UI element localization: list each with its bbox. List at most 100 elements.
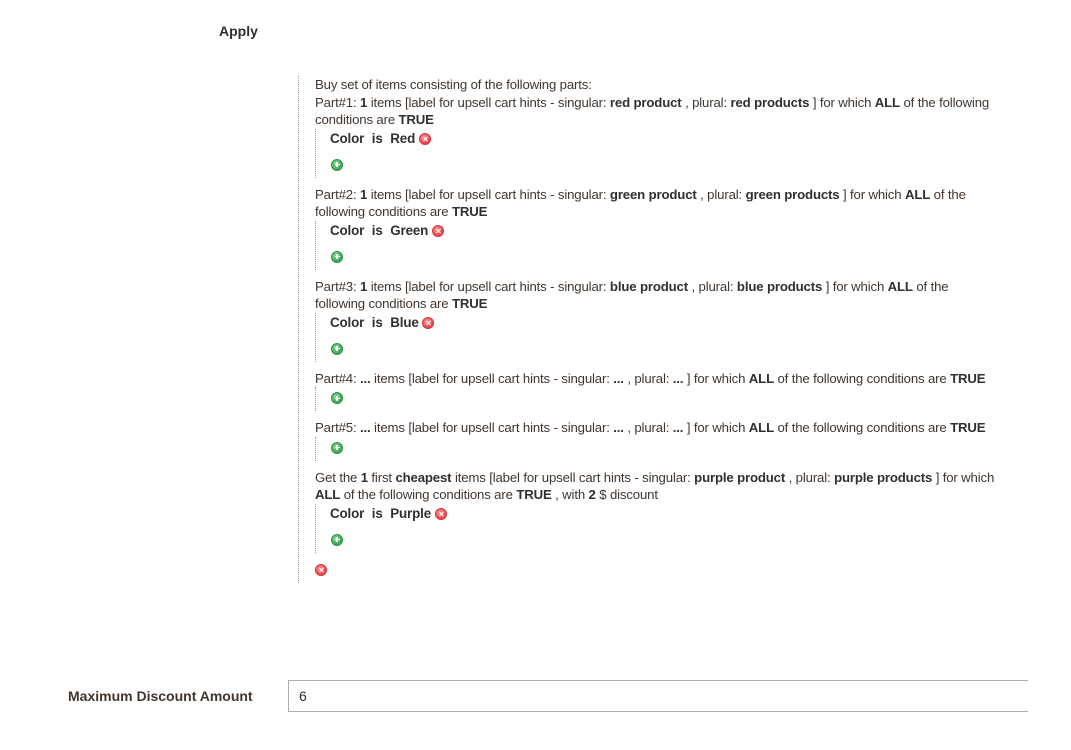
remove-icon[interactable] (418, 132, 431, 145)
condition-attribute[interactable]: Color (330, 223, 364, 238)
condition-attribute[interactable]: Color (330, 315, 364, 330)
condition-operator[interactable]: is (372, 131, 383, 146)
condition-row: Color is Red (330, 129, 995, 148)
condition-attribute[interactable]: Color (330, 131, 364, 146)
condition-row: Color is Purple (330, 504, 995, 523)
part-text: items [label for upsell cart hints - sin… (370, 278, 607, 294)
add-condition-icon[interactable] (331, 533, 343, 546)
rule-part: Part#5: ... items [label for upsell cart… (315, 419, 995, 461)
condition-list: Color is Purple (315, 503, 995, 553)
get-text: $ discount (599, 487, 658, 502)
get-sort-param[interactable]: cheapest (395, 470, 451, 485)
remove-icon[interactable] (422, 316, 435, 329)
part-prefix: Part#5: (315, 420, 357, 435)
condition-attribute[interactable]: Color (330, 506, 364, 521)
part-qty-param[interactable]: ... (360, 371, 371, 386)
part-value-param[interactable]: TRUE (950, 371, 985, 386)
part-prefix: Part#4: (315, 370, 357, 386)
part-description: Part#4: ... items [label for upsell cart… (315, 370, 995, 388)
rule-part: Part#1: 1 items [label for upsell cart h… (315, 94, 995, 178)
add-condition-icon[interactable] (331, 250, 343, 263)
part-text: ] for which (825, 278, 885, 294)
part-singular-param[interactable]: blue product (610, 279, 688, 294)
part-prefix: Part#2: (315, 186, 357, 202)
rule-conditions-tree: Buy set of items consisting of the follo… (298, 76, 995, 583)
condition-operator[interactable]: is (372, 506, 383, 521)
part-singular-param[interactable]: green product (610, 187, 697, 202)
part-singular-param[interactable]: ... (613, 371, 624, 386)
add-condition-icon[interactable] (331, 392, 343, 404)
rule-get-part: Get the 1 first cheapest items [label fo… (315, 469, 995, 553)
part-text: ] for which (812, 94, 872, 110)
part-aggregator-param[interactable]: ALL (905, 187, 930, 202)
apply-label: Apply (219, 23, 258, 39)
part-value-param[interactable]: TRUE (452, 296, 487, 311)
get-text: of the following conditions are (343, 487, 513, 502)
part-singular-param[interactable]: ... (613, 420, 624, 435)
remove-icon[interactable] (434, 507, 447, 520)
get-text: first (371, 469, 392, 485)
part-prefix: Part#1: (315, 94, 357, 110)
part-text: items [label for upsell cart hints - sin… (370, 186, 607, 202)
condition-row: Color is Green (330, 221, 995, 240)
part-value-param[interactable]: TRUE (452, 204, 487, 219)
remove-icon[interactable] (431, 224, 444, 237)
remove-rule-icon[interactable] (315, 563, 327, 576)
part-text: of the following conditions are (777, 420, 947, 435)
get-text: , plural: (788, 469, 831, 485)
part-aggregator-param[interactable]: ALL (749, 420, 774, 435)
get-aggregator-param[interactable]: ALL (315, 487, 340, 502)
part-value-param[interactable]: TRUE (399, 112, 434, 127)
add-condition-icon[interactable] (331, 441, 343, 454)
get-text: , with (555, 487, 586, 502)
part-plural-param[interactable]: ... (673, 420, 684, 435)
rule-intro: Buy set of items consisting of the follo… (315, 77, 592, 92)
condition-value[interactable]: Blue (390, 315, 419, 330)
part-plural-param[interactable]: blue products (737, 279, 822, 294)
part-aggregator-param[interactable]: ALL (888, 279, 913, 294)
condition-value[interactable]: Purple (390, 506, 431, 521)
condition-list: Color is Green (315, 220, 995, 270)
condition-value[interactable]: Red (390, 131, 415, 146)
max-discount-label: Maximum Discount Amount (68, 688, 253, 704)
part-description: Part#1: 1 items [label for upsell cart h… (315, 94, 995, 129)
condition-operator[interactable]: is (372, 315, 383, 330)
rule-part: Part#3: 1 items [label for upsell cart h… (315, 278, 995, 362)
part-description: Part#3: 1 items [label for upsell cart h… (315, 278, 995, 313)
get-plural-param[interactable]: purple products (834, 470, 932, 485)
part-text: , plural: (685, 94, 727, 110)
get-value-param[interactable]: TRUE (516, 487, 551, 502)
part-qty-param[interactable]: 1 (360, 95, 367, 110)
get-qty-param[interactable]: 1 (361, 470, 368, 485)
rule-part: Part#2: 1 items [label for upsell cart h… (315, 186, 995, 270)
part-aggregator-param[interactable]: ALL (875, 95, 900, 110)
part-text: , plural: (691, 278, 734, 294)
part-singular-param[interactable]: red product (610, 95, 682, 110)
part-plural-param[interactable]: red products (730, 95, 809, 110)
get-discount-param[interactable]: 2 (589, 487, 596, 502)
max-discount-input[interactable] (288, 680, 1028, 712)
max-discount-row: Maximum Discount Amount (0, 680, 1071, 714)
part-plural-param[interactable]: green products (746, 187, 840, 202)
part-qty-param[interactable]: 1 (360, 187, 367, 202)
part-plural-param[interactable]: ... (673, 371, 684, 386)
part-qty-param[interactable]: 1 (360, 279, 367, 294)
part-qty-param[interactable]: ... (360, 420, 371, 435)
add-condition-icon[interactable] (331, 158, 343, 171)
get-text: Get the (315, 469, 358, 485)
part-text: of the following conditions are (777, 370, 947, 386)
part-text: items [label for upsell cart hints - sin… (374, 420, 610, 435)
condition-operator[interactable]: is (372, 223, 383, 238)
condition-list (315, 387, 995, 411)
part-text: ] for which (686, 370, 746, 386)
part-aggregator-param[interactable]: ALL (749, 371, 774, 386)
get-singular-param[interactable]: purple product (694, 470, 785, 485)
condition-value[interactable]: Green (390, 223, 428, 238)
part-text: ] for which (842, 186, 902, 202)
part-description: Part#5: ... items [label for upsell cart… (315, 419, 995, 437)
condition-list (315, 436, 995, 461)
add-condition-icon[interactable] (331, 342, 343, 355)
get-text: items [label for upsell cart hints - sin… (454, 469, 691, 485)
get-description: Get the 1 first cheapest items [label fo… (315, 469, 995, 504)
part-value-param[interactable]: TRUE (950, 420, 985, 435)
